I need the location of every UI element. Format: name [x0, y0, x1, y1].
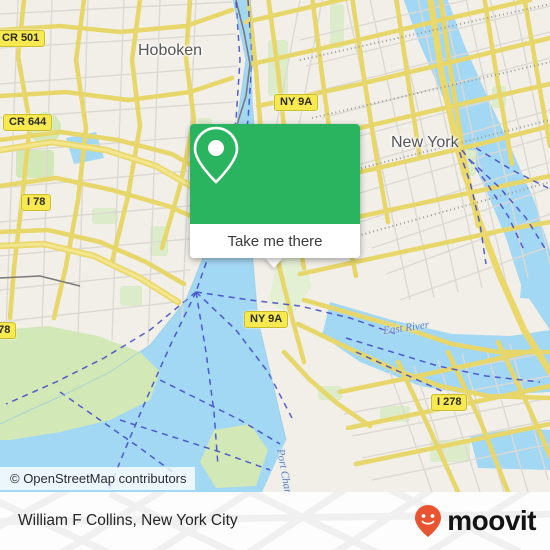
popup-pointer: [264, 257, 284, 268]
map-attribution[interactable]: © OpenStreetMap contributors: [0, 467, 195, 490]
moovit-logo[interactable]: moovit: [413, 504, 536, 538]
highway-shield-cr-644[interactable]: CR 644: [3, 114, 53, 131]
place-title: William F Collins, New York City: [18, 512, 238, 529]
moovit-smiley-pin-icon: [415, 505, 442, 537]
highway-shield-i-78-edge[interactable]: I 78: [0, 322, 17, 339]
highway-shield-i-78[interactable]: I 78: [21, 194, 52, 211]
popup-icon-area: [190, 124, 360, 224]
place-popup-card[interactable]: Take me there: [190, 124, 360, 258]
map-pin-icon: [193, 126, 239, 184]
take-me-there-button[interactable]: Take me there: [190, 224, 360, 258]
highway-shield-ny-9a-north[interactable]: NY 9A: [274, 94, 319, 111]
highway-shield-ny-9a-south[interactable]: NY 9A: [244, 311, 289, 328]
moovit-wordmark: moovit: [447, 505, 536, 536]
map-label-hoboken: Hoboken: [138, 42, 203, 59]
highway-shield-cr-501[interactable]: CR 501: [0, 30, 46, 47]
take-me-there-label: Take me there: [227, 232, 323, 250]
moovit-place-map-screenshot: Hoboken New York East River Port Channel…: [0, 0, 550, 550]
map-label-new-york: New York: [391, 134, 459, 151]
footer-bar: William F Collins, New York City moovit: [0, 492, 550, 550]
map-canvas[interactable]: Hoboken New York East River Port Channel…: [0, 0, 550, 492]
attribution-text: © OpenStreetMap contributors: [10, 471, 187, 486]
highway-shield-i-278[interactable]: I 278: [431, 394, 468, 411]
